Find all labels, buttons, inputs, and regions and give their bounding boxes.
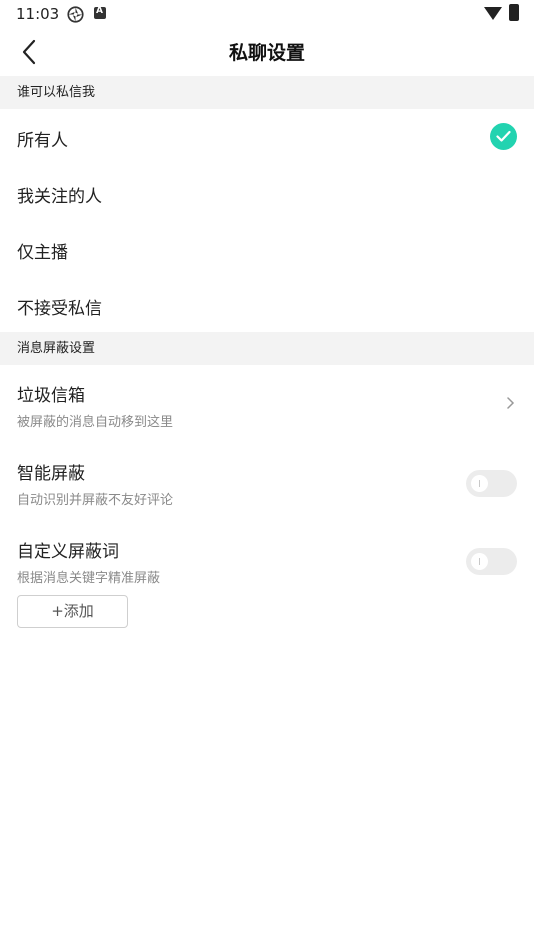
status-time: 11:03	[16, 5, 60, 23]
custom-block-toggle[interactable]	[466, 548, 517, 575]
option-label: 仅主播	[17, 243, 68, 263]
page-title: 私聊设置	[228, 42, 305, 64]
custom-block-title: 自定义屏蔽词	[17, 542, 119, 562]
smart-block-title: 智能屏蔽	[17, 464, 85, 484]
chevron-right-icon	[507, 397, 515, 409]
section-header-who-can-message: 谁可以私信我	[0, 76, 534, 109]
battery-icon	[509, 4, 519, 21]
option-no-messages[interactable]: 不接受私信	[0, 277, 534, 333]
trash-inbox-subtitle: 被屏蔽的消息自动移到这里	[17, 415, 174, 430]
option-followed[interactable]: 我关注的人	[0, 165, 534, 221]
option-everyone[interactable]: 所有人	[0, 109, 534, 165]
app-notification-icon	[94, 6, 106, 19]
status-bar: 11:03	[0, 0, 534, 28]
custom-block-subtitle: 根据消息关键字精准屏蔽	[17, 571, 161, 586]
option-streamers-only[interactable]: 仅主播	[0, 221, 534, 277]
header: 私聊设置	[0, 28, 534, 76]
section-header-message-blocking: 消息屏蔽设置	[0, 332, 534, 365]
option-label: 我关注的人	[17, 187, 102, 207]
smart-block-toggle[interactable]	[466, 470, 517, 497]
option-label: 所有人	[17, 131, 68, 151]
option-label: 不接受私信	[17, 299, 102, 319]
settings-notification-icon	[67, 6, 84, 23]
toggle-knob	[471, 553, 488, 570]
trash-inbox-title: 垃圾信箱	[17, 386, 85, 406]
wifi-icon	[484, 7, 502, 20]
check-icon	[490, 123, 517, 150]
toggle-knob	[471, 475, 488, 492]
smart-block-subtitle: 自动识别并屏蔽不友好评论	[17, 493, 174, 508]
add-keyword-button[interactable]: +添加	[17, 595, 128, 628]
